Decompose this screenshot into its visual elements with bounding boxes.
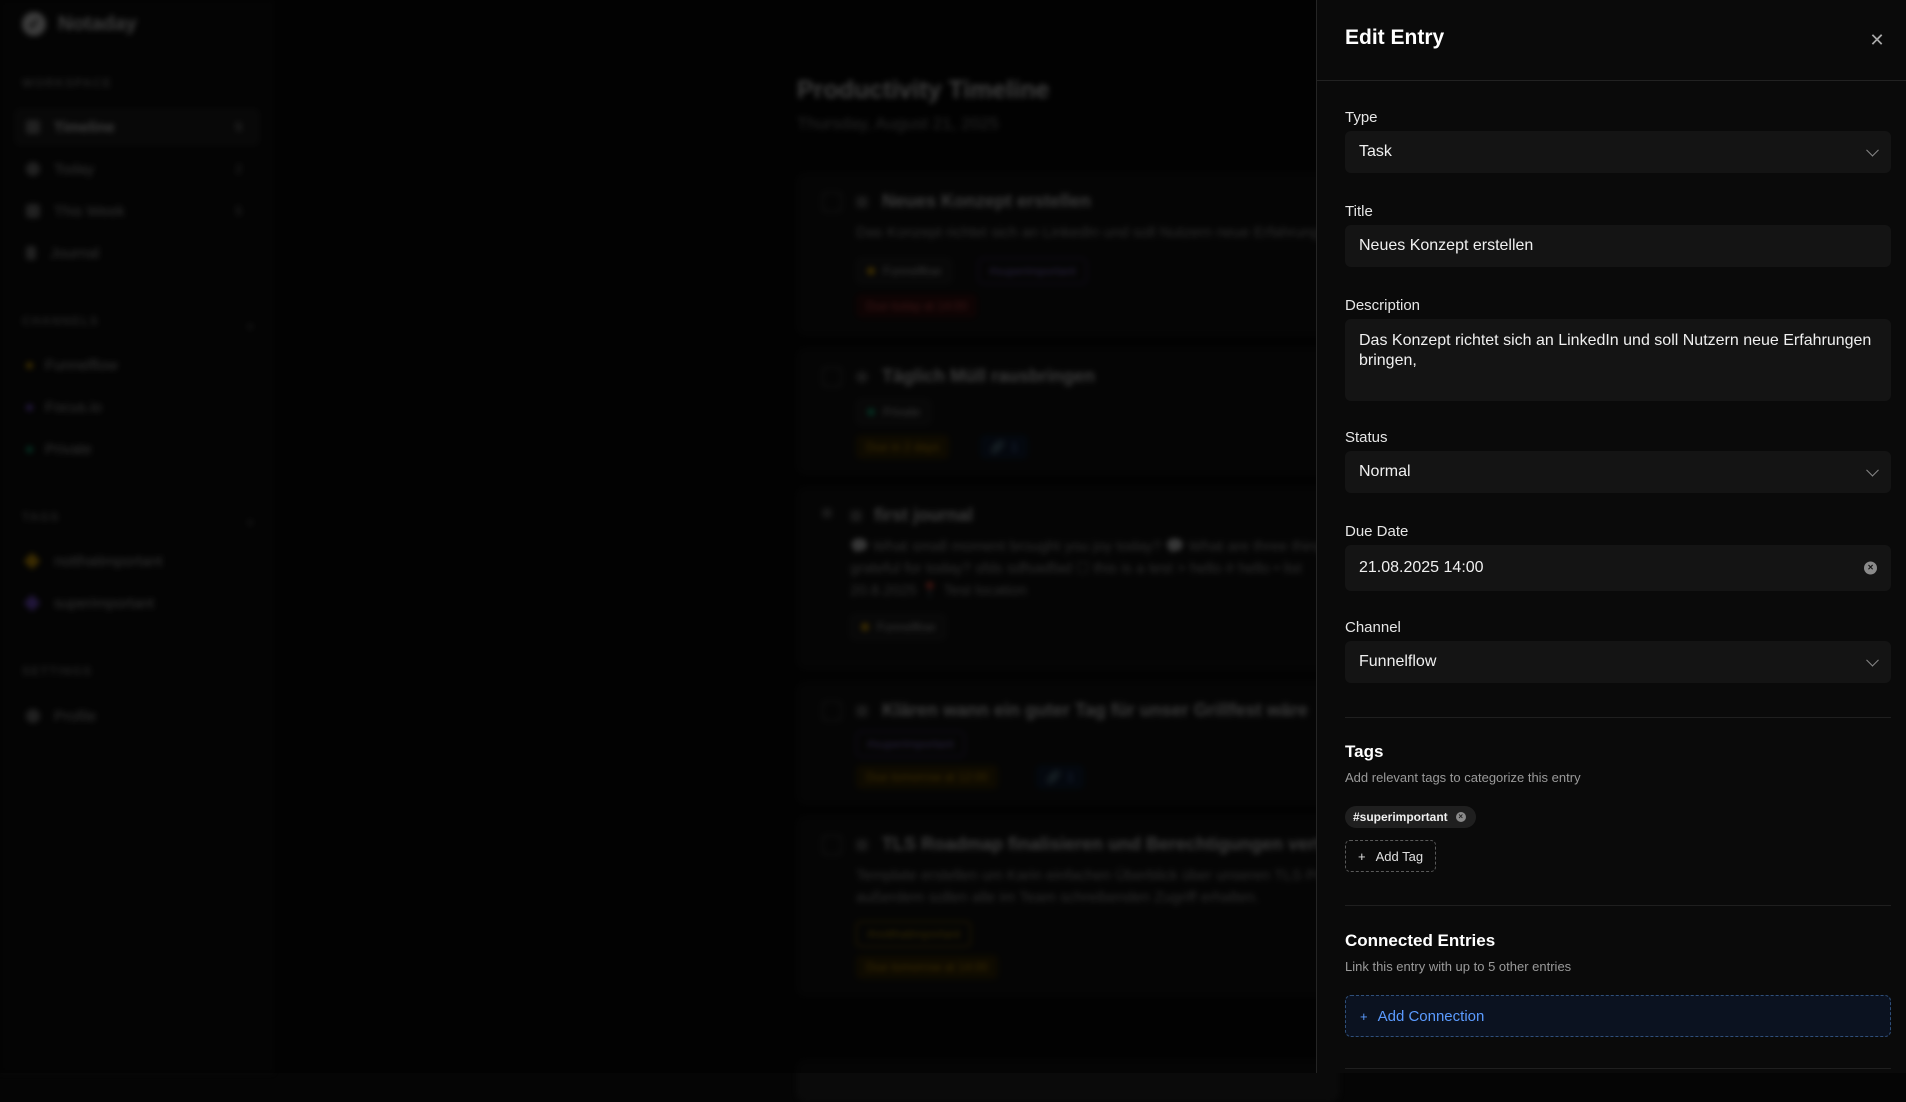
title-value: Neues Konzept erstellen bbox=[1359, 237, 1534, 254]
add-tag-label: Add Tag bbox=[1375, 848, 1424, 864]
type-select[interactable]: Task bbox=[1345, 131, 1891, 173]
chevron-down-icon bbox=[1866, 143, 1879, 157]
tag-pill-superimportant: #superimportant × bbox=[1345, 806, 1476, 828]
add-connection-label: Add Connection bbox=[1377, 1007, 1485, 1025]
due-date-value: 21.08.2025 14:00 bbox=[1359, 559, 1484, 576]
section-divider bbox=[1345, 905, 1891, 906]
tags-section-title: Tags bbox=[1345, 742, 1384, 761]
status-label: Status bbox=[1345, 429, 1388, 446]
add-tag-button[interactable]: + Add Tag bbox=[1345, 840, 1437, 872]
due-date-input[interactable]: 21.08.2025 14:00 × bbox=[1345, 545, 1891, 591]
description-label: Description bbox=[1345, 297, 1421, 314]
chevron-down-icon bbox=[1866, 653, 1879, 667]
close-icon[interactable]: ✕ bbox=[1865, 28, 1889, 52]
clear-date-icon[interactable]: × bbox=[1864, 561, 1877, 575]
channel-value: Funnelflow bbox=[1359, 653, 1437, 670]
status-value: Normal bbox=[1359, 463, 1411, 480]
due-date-label: Due Date bbox=[1345, 523, 1409, 540]
title-label: Title bbox=[1345, 203, 1373, 220]
connected-section-title: Connected Entries bbox=[1345, 931, 1496, 950]
tags-section-subtitle: Add relevant tags to categorize this ent… bbox=[1345, 770, 1581, 785]
panel-header: Edit Entry ✕ bbox=[1317, 0, 1906, 81]
remove-tag-icon[interactable]: × bbox=[1455, 812, 1466, 822]
section-divider bbox=[1345, 1068, 1891, 1069]
plus-icon: + bbox=[1358, 848, 1366, 864]
section-divider bbox=[1345, 717, 1891, 718]
tag-pill-label: #superimportant bbox=[1353, 810, 1448, 824]
status-select[interactable]: Normal bbox=[1345, 451, 1891, 493]
description-value: Das Konzept richtet sich an LinkedIn und… bbox=[1359, 332, 1872, 369]
channel-select[interactable]: Funnelflow bbox=[1345, 641, 1891, 683]
type-value: Task bbox=[1359, 143, 1392, 160]
add-connection-button[interactable]: + Add Connection bbox=[1345, 995, 1891, 1037]
chevron-down-icon bbox=[1866, 463, 1879, 477]
title-input[interactable]: Neues Konzept erstellen bbox=[1345, 225, 1891, 267]
description-textarea[interactable]: Das Konzept richtet sich an LinkedIn und… bbox=[1345, 319, 1891, 401]
channel-label: Channel bbox=[1345, 619, 1401, 636]
edit-entry-panel: Edit Entry ✕ Type Task Title Neues Konze… bbox=[1316, 0, 1906, 1073]
plus-icon: + bbox=[1360, 1008, 1368, 1024]
panel-title: Edit Entry bbox=[1345, 26, 1445, 49]
type-label: Type bbox=[1345, 109, 1378, 126]
connected-section-subtitle: Link this entry with up to 5 other entri… bbox=[1345, 959, 1572, 974]
